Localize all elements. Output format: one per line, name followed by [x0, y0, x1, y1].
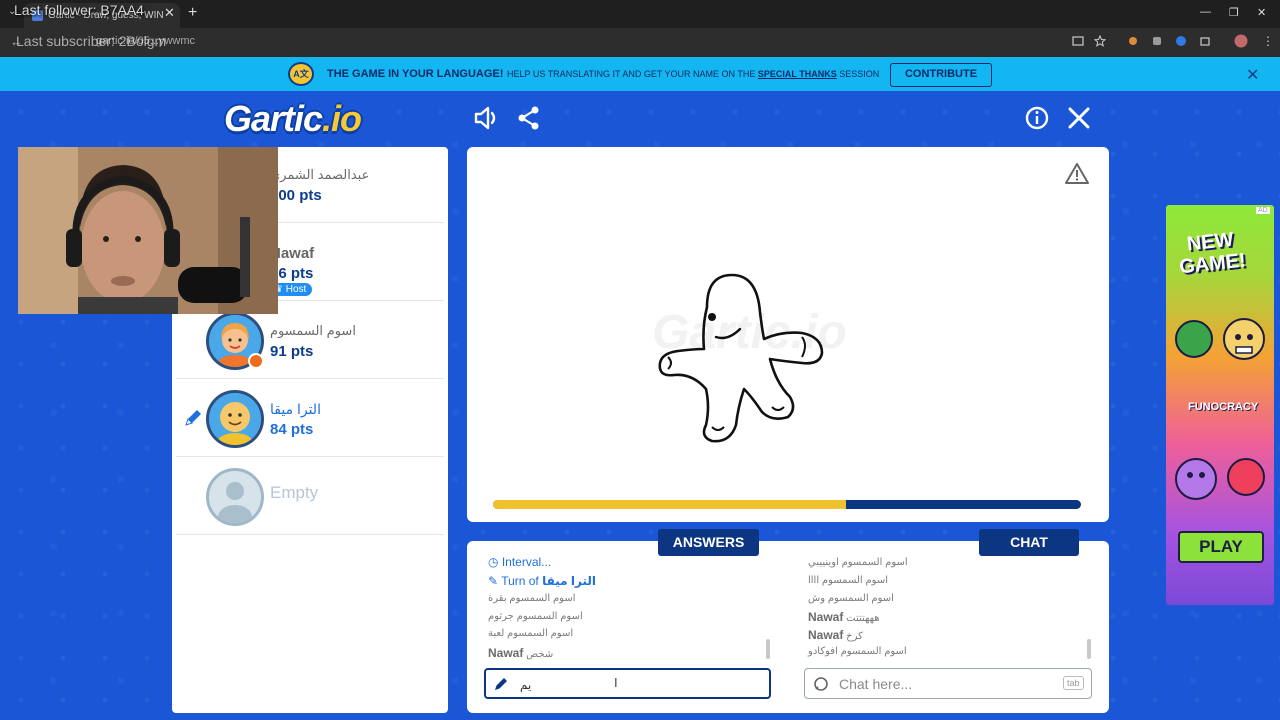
close-window-icon[interactable]: ✕ — [1257, 6, 1266, 19]
player-drawing-figure — [658, 273, 824, 443]
gartic-logo: Gartic.io — [224, 98, 362, 139]
ad-banner[interactable]: AD NEW GAME! FUNOCRACY PLAY — [1166, 205, 1274, 605]
bookmark-star-icon[interactable] — [1094, 35, 1106, 47]
answers-message: Nawaf شخص — [488, 646, 554, 660]
ad-play-button[interactable]: PLAY — [1178, 531, 1264, 563]
empty-slot-label: Empty — [270, 483, 319, 502]
empty-avatar — [206, 468, 264, 526]
stream-overlay-follower: Last follower: B7AA4 — [14, 2, 144, 18]
contribute-button[interactable]: CONTRIBUTE — [890, 63, 992, 87]
round-timer-fill — [493, 500, 846, 509]
answers-tab[interactable]: ANSWERS — [658, 529, 759, 556]
round-timer-bar — [493, 500, 1081, 509]
ad-brand: FUNOCRACY — [1188, 401, 1259, 413]
drawing-canvas[interactable]: Gartic.io — [467, 147, 1109, 522]
player-name: الترا ميقا — [270, 401, 321, 417]
player-name: اسوم السمسوم — [270, 323, 356, 338]
chat-message: Nawaf هههتتتت — [808, 610, 880, 624]
player-row-empty: Empty — [176, 459, 444, 535]
restore-icon[interactable]: ❐ — [1229, 6, 1239, 19]
exit-room-icon[interactable] — [1067, 104, 1093, 132]
share-icon[interactable] — [516, 104, 542, 132]
player-points: 84 pts — [270, 421, 314, 438]
text-cursor-icon: I — [614, 675, 618, 690]
close-banner-icon[interactable]: ✕ — [1246, 65, 1259, 85]
player-row[interactable]: اسوم السمسوم 91 pts — [176, 303, 444, 379]
extensions-puzzle-icon[interactable] — [1199, 35, 1211, 47]
status-dot — [248, 353, 264, 369]
install-app-icon[interactable] — [1072, 35, 1084, 47]
chat-scrollbar[interactable] — [1087, 639, 1091, 659]
address-bar: ← gartic.io/05...ywwmc Last subscriber: … — [0, 28, 1280, 57]
close-tab-icon[interactable]: ✕ — [164, 5, 175, 21]
chat-message: اسوم السمسوم اااا — [808, 575, 889, 586]
translation-banner: A文 THE GAME IN YOUR LANGUAGE! HELP US TR… — [0, 57, 1280, 91]
extension-icon-3[interactable] — [1175, 35, 1187, 47]
drawing-pencil-icon — [185, 410, 201, 426]
ad-characters-icon — [1175, 318, 1265, 360]
player-points: 91 pts — [270, 343, 314, 360]
minimize-icon[interactable]: — — [1200, 6, 1211, 18]
chat-message: اسوم السمسوم وش — [808, 593, 894, 604]
answers-message: اسوم السمسوم لعبة — [488, 628, 574, 639]
streamer-webcam-image — [18, 147, 278, 314]
new-tab-icon[interactable]: + — [188, 4, 197, 22]
chat-message: اسوم السمسوم اوينييبي — [808, 557, 908, 568]
player-row-drawing[interactable]: الترا ميقا 84 pts — [176, 381, 444, 457]
stream-overlay-subscriber: Last subscriber: 2Bolgm — [16, 33, 167, 49]
pencil-icon: ✎ — [488, 574, 499, 588]
browser-tab-bar: ⌄ Gartic - Draw, guess, WIN ✕ + — ❐ ✕ La… — [0, 0, 1280, 28]
pencil-icon — [495, 678, 507, 690]
profile-avatar-icon[interactable] — [1234, 34, 1248, 48]
player-avatar — [206, 390, 264, 448]
answers-message-system: ◷ Interval... — [488, 555, 552, 569]
bald-avatar-icon — [209, 393, 261, 445]
chat-tab[interactable]: CHAT — [979, 529, 1079, 556]
answer-input-value: يم — [520, 678, 532, 692]
answers-chat-panel: ANSWERS CHAT ◷ Interval... ✎ Turn of الت… — [467, 529, 1109, 713]
banner-help-text: HELP US TRANSLATING IT AND GET YOUR NAME… — [507, 69, 880, 79]
chat-message: اسوم السمسوم افوكادو — [808, 646, 907, 657]
answer-input[interactable]: يم I — [484, 668, 771, 699]
ad-headline: NEW GAME! — [1178, 228, 1247, 279]
sound-icon[interactable] — [472, 104, 500, 132]
special-thanks-link[interactable]: SPECIAL THANKS — [758, 69, 837, 79]
info-icon[interactable] — [1025, 104, 1051, 132]
extension-icon[interactable] — [1127, 35, 1139, 47]
answers-scrollbar[interactable] — [766, 639, 770, 659]
answers-message: اسوم السمسوم بقرة — [488, 593, 576, 604]
tab-key-hint: tab — [1063, 676, 1084, 690]
extension-icon-2[interactable] — [1151, 35, 1163, 47]
chat-bubble-icon — [814, 677, 828, 691]
chat-message: Nawaf كرخ — [808, 628, 863, 642]
webcam-overlay — [18, 147, 278, 314]
translate-icon: A文 — [288, 62, 314, 86]
empty-user-icon — [218, 482, 252, 523]
chat-input[interactable]: Chat here... tab — [804, 668, 1092, 699]
player-name: عبدالصمد الشمري — [270, 167, 370, 182]
banner-title: THE GAME IN YOUR LANGUAGE! — [327, 68, 504, 80]
browser-menu-icon[interactable]: ⋮ — [1262, 34, 1274, 48]
timer-icon: ◷ — [488, 555, 499, 569]
report-warning-icon[interactable] — [1063, 161, 1091, 187]
ad-label[interactable]: AD — [1256, 207, 1270, 214]
ad-characters-icon-2 — [1175, 458, 1265, 500]
answers-message-turn: ✎ Turn of الترا ميقا — [488, 574, 597, 588]
answers-message: اسوم السمسوم جرثوم — [488, 611, 583, 622]
chat-placeholder: Chat here... — [839, 676, 913, 692]
